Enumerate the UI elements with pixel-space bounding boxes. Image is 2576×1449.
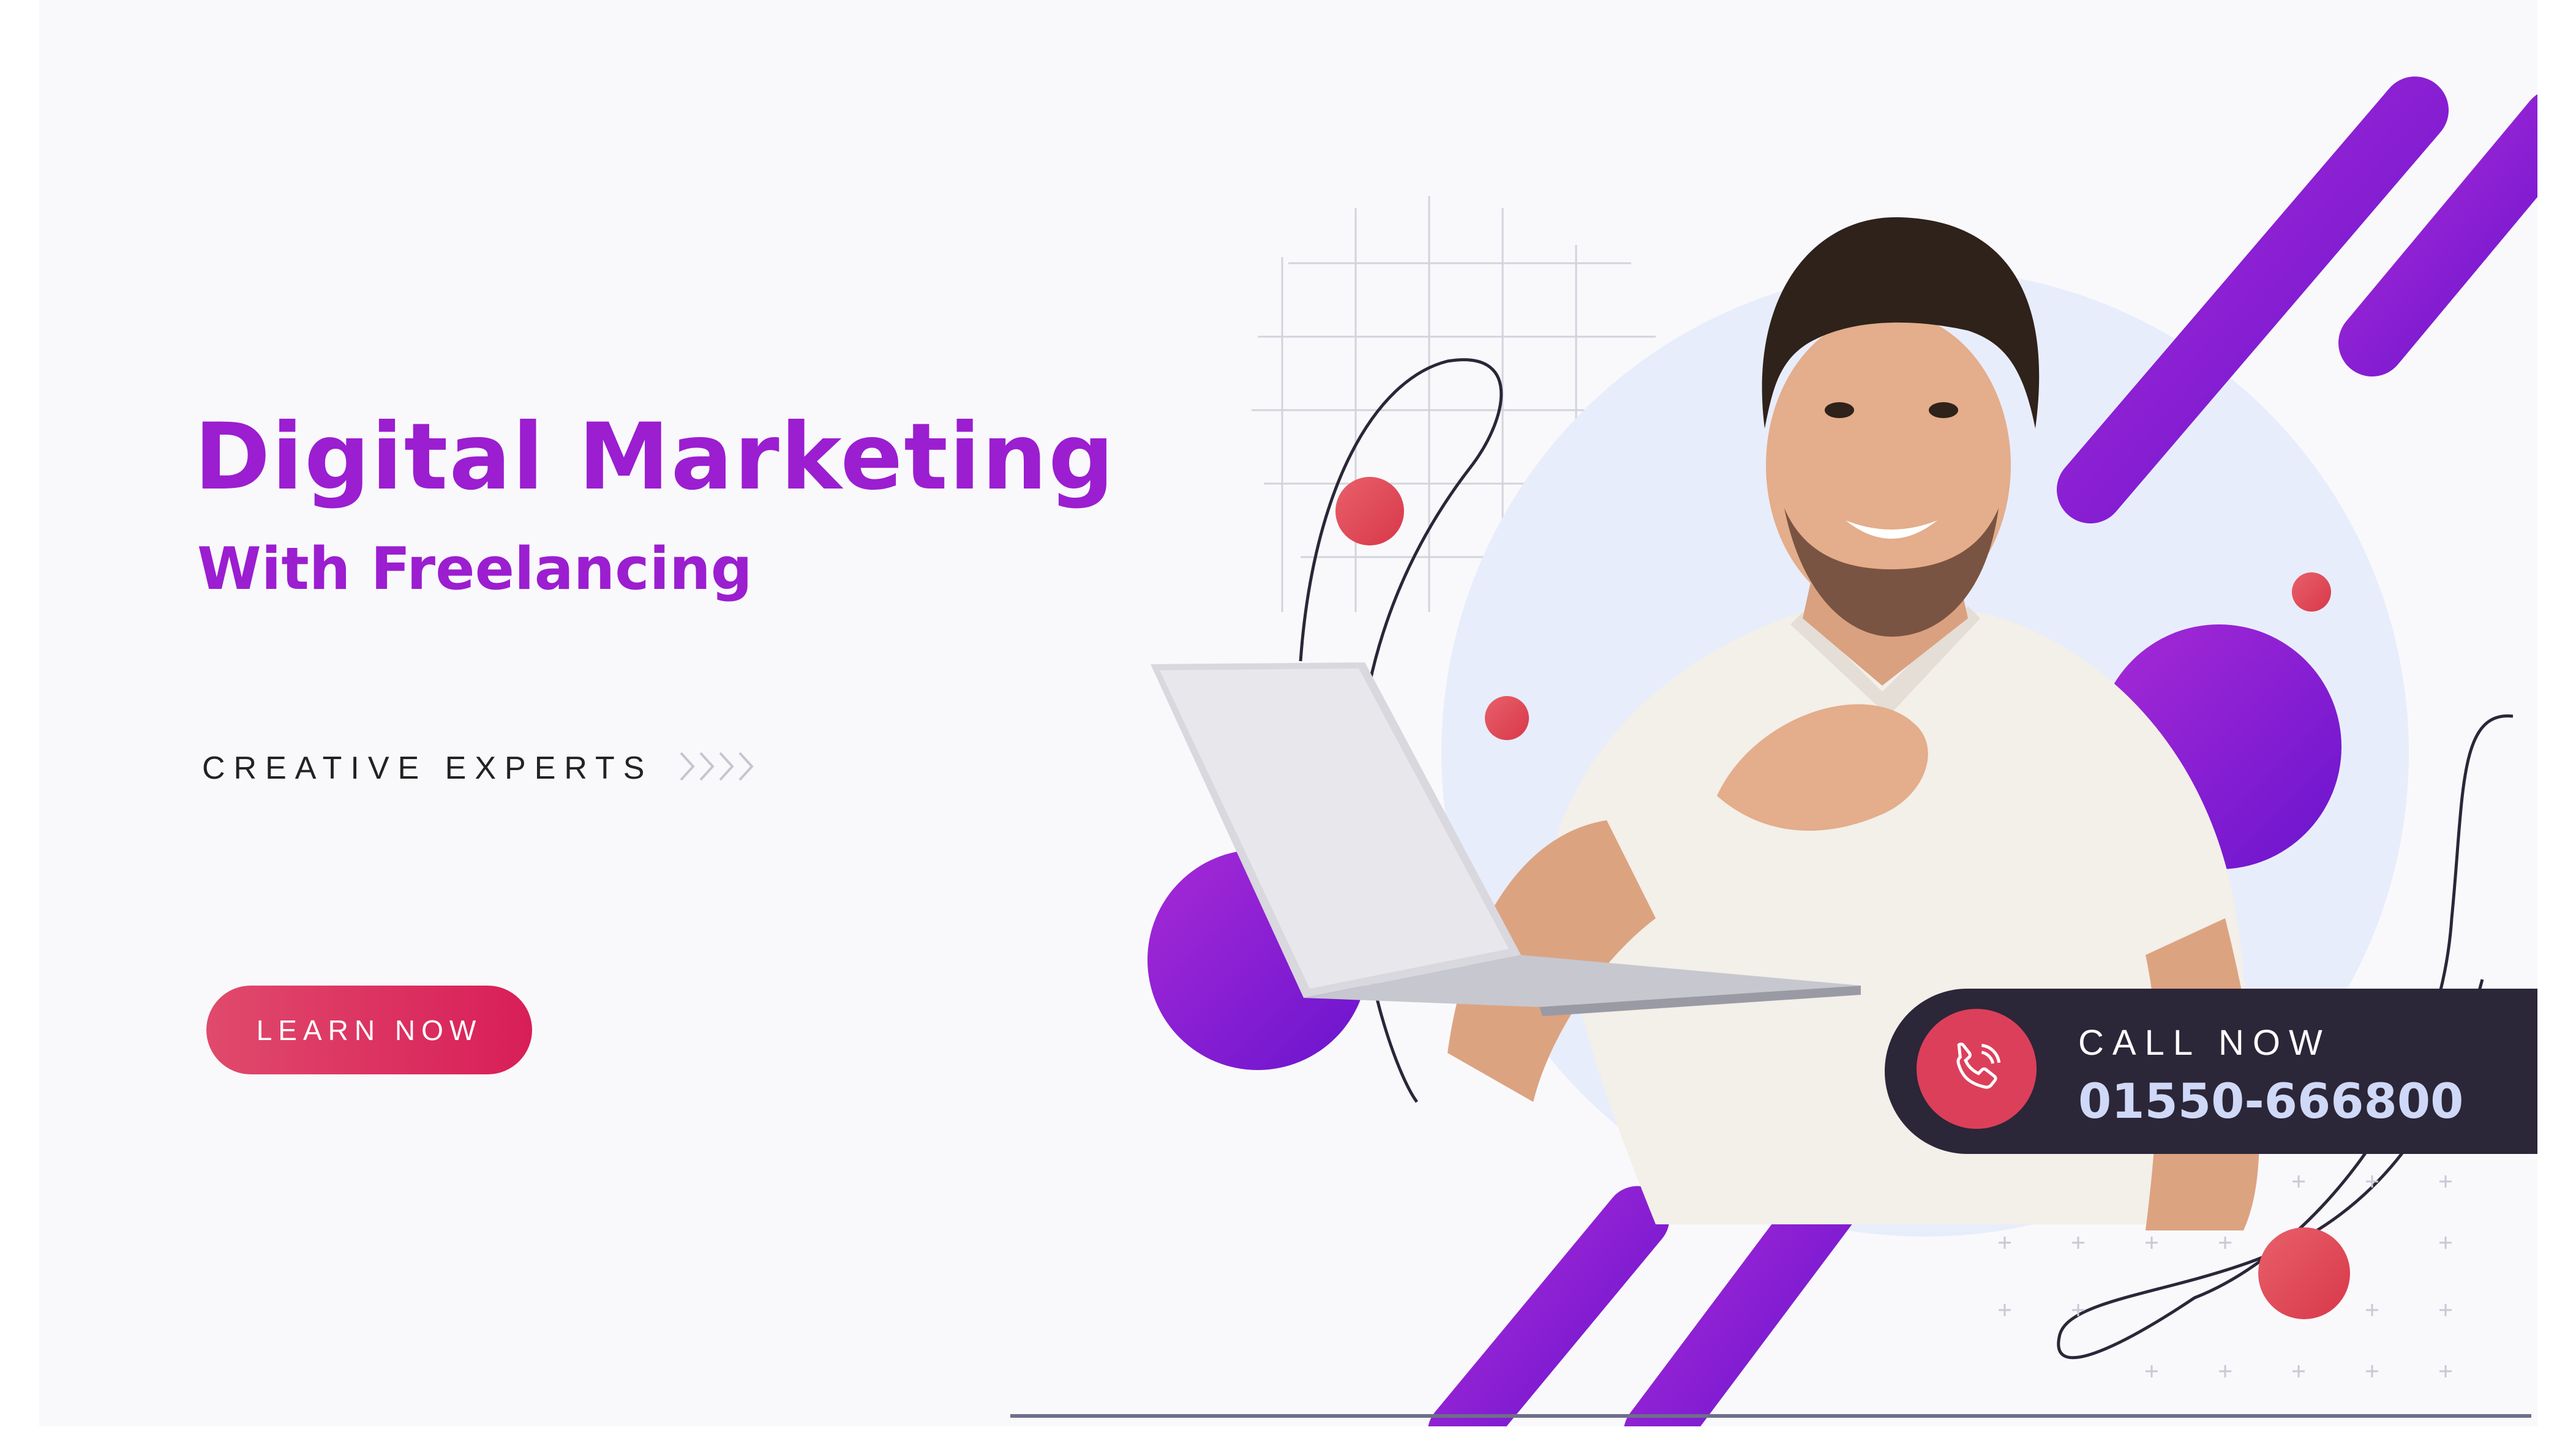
red-dot-4	[2258, 1227, 2350, 1319]
phone-icon[interactable]	[1917, 1009, 2037, 1129]
tagline: CREATIVE EXPERTS	[202, 748, 763, 788]
learn-now-button[interactable]: LEARN NOW	[206, 986, 532, 1074]
chevrons-right-icon	[677, 748, 763, 788]
tagline-text: CREATIVE EXPERTS	[202, 750, 653, 786]
hero-banner: Digital Marketing With Freelancing CREAT…	[39, 0, 2537, 1426]
red-dot-3	[2292, 572, 2331, 612]
red-dot-1	[1335, 477, 1404, 545]
decorative-graphics	[1147, 77, 2537, 1426]
call-now-label: CALL NOW	[2078, 1023, 2331, 1063]
red-dot-2	[1485, 696, 1529, 740]
headline: Digital Marketing	[194, 404, 1116, 511]
bottom-divider	[1010, 1414, 2531, 1418]
phone-number[interactable]: 01550-666800	[2078, 1074, 2463, 1129]
subheadline: With Freelancing	[197, 536, 753, 603]
purple-pill-bottom-1	[1428, 1186, 1670, 1426]
